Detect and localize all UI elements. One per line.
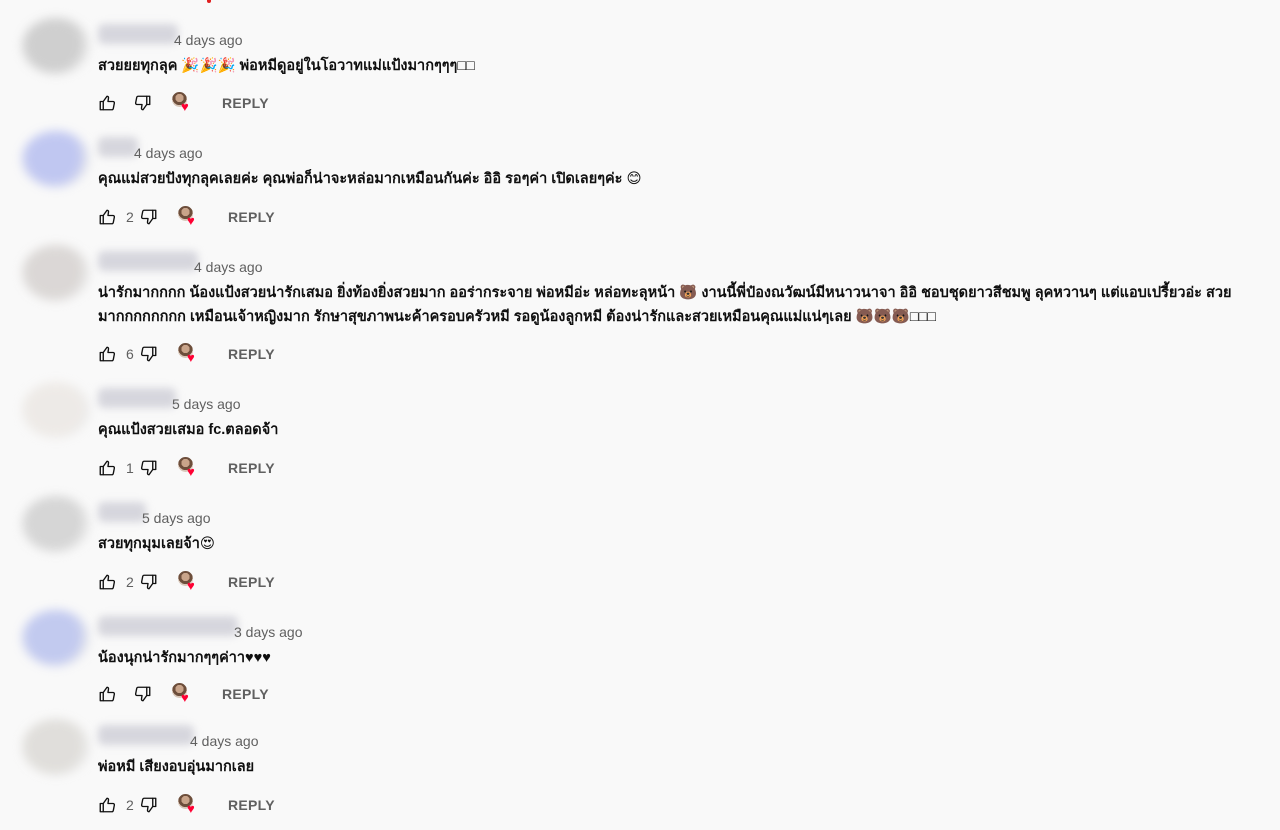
thumbs-up-icon[interactable] (98, 94, 116, 112)
avatar[interactable] (22, 610, 90, 666)
comment-meta: 4 days ago (134, 143, 203, 163)
comment-time[interactable]: 3 days ago (234, 624, 303, 640)
creator-heart-icon: ♥ (172, 683, 194, 705)
comment-text: คุณแป้งสวยเสมอ fc.ตลอดจ้า (98, 422, 279, 438)
avatar[interactable] (22, 719, 90, 775)
heart-icon: ♥ (187, 801, 195, 816)
comment-actions: ♥ REPLY (98, 683, 269, 705)
avatar[interactable] (22, 131, 90, 187)
reply-button[interactable]: REPLY (228, 346, 275, 362)
avatar[interactable] (22, 18, 90, 74)
top-edge-marker (207, 0, 211, 3)
thumbs-up-icon[interactable] (98, 208, 116, 226)
heart-icon: ♥ (187, 464, 195, 479)
comment-time[interactable]: 4 days ago (174, 32, 243, 48)
like-count: 2 (126, 574, 134, 590)
comment-time[interactable]: 4 days ago (190, 733, 259, 749)
thumbs-down-icon[interactable] (140, 573, 158, 591)
comment-meta: 5 days ago (172, 394, 241, 414)
comment-text: สวยทุกมุมเลยจ้า😍 (98, 536, 216, 552)
avatar[interactable] (22, 245, 90, 301)
thumbs-up-icon[interactable] (98, 459, 116, 477)
author-name-blurred[interactable] (98, 137, 138, 157)
creator-heart-icon: ♥ (178, 571, 200, 593)
thumbs-down-icon[interactable] (134, 94, 152, 112)
thumbs-down-icon[interactable] (140, 796, 158, 814)
creator-heart-icon: ♥ (178, 343, 200, 365)
reply-button[interactable]: REPLY (228, 574, 275, 590)
comment-text: น่ารักมากกกก น้องแป้งสวยน่ารักเสมอ ยิ่งท… (98, 285, 1232, 325)
reply-button[interactable]: REPLY (228, 797, 275, 813)
comment-actions: 2 ♥ REPLY (98, 206, 275, 228)
like-count: 2 (126, 797, 134, 813)
reply-button[interactable]: REPLY (222, 95, 269, 111)
comment-text: น้องนุกน่ารักมากๆๆค่าา♥♥♥ (98, 650, 271, 666)
like-count: 1 (126, 460, 134, 476)
thumbs-up-icon[interactable] (98, 573, 116, 591)
heart-icon: ♥ (187, 213, 195, 228)
like-count: 2 (126, 209, 134, 225)
creator-heart-icon: ♥ (178, 206, 200, 228)
comment-meta: 4 days ago (190, 731, 259, 751)
comment-time[interactable]: 5 days ago (142, 510, 211, 526)
heart-icon: ♥ (181, 99, 189, 114)
comment-actions: 2 ♥ REPLY (98, 571, 275, 593)
thumbs-up-icon[interactable] (98, 685, 116, 703)
author-name-blurred[interactable] (98, 251, 198, 271)
thumbs-up-icon[interactable] (98, 796, 116, 814)
creator-heart-icon: ♥ (172, 92, 194, 114)
avatar[interactable] (22, 496, 90, 552)
heart-icon: ♥ (187, 578, 195, 593)
comment-actions: 6 ♥ REPLY (98, 343, 275, 365)
reply-button[interactable]: REPLY (228, 209, 275, 225)
thumbs-down-icon[interactable] (140, 208, 158, 226)
author-name-blurred[interactable] (98, 24, 178, 44)
comment-time[interactable]: 5 days ago (172, 396, 241, 412)
thumbs-down-icon[interactable] (140, 345, 158, 363)
comment-actions: 1 ♥ REPLY (98, 457, 275, 479)
comment-actions: ♥ REPLY (98, 92, 269, 114)
comment-meta: 4 days ago (174, 30, 243, 50)
author-name-blurred[interactable] (98, 502, 146, 522)
heart-icon: ♥ (187, 350, 195, 365)
comment-text: คุณแม่สวยปังทุกลุคเลยค่ะ คุณพ่อก็น่าจะหล… (98, 171, 642, 187)
comment-text: สวยยยทุกลุค 🎉🎉🎉 พ่อหมีดูอยู่ในโอวาทแม่แป… (98, 58, 475, 74)
author-name-blurred[interactable] (98, 388, 176, 408)
creator-heart-icon: ♥ (178, 457, 200, 479)
like-count: 6 (126, 346, 134, 362)
comment-meta: 4 days ago (194, 257, 263, 277)
author-name-blurred[interactable] (98, 616, 238, 636)
reply-button[interactable]: REPLY (228, 460, 275, 476)
avatar[interactable] (22, 382, 90, 438)
comment-actions: 2 ♥ REPLY (98, 794, 275, 816)
comment-time[interactable]: 4 days ago (194, 259, 263, 275)
author-name-blurred[interactable] (98, 725, 194, 745)
creator-heart-icon: ♥ (178, 794, 200, 816)
thumbs-up-icon[interactable] (98, 345, 116, 363)
comment-meta: 3 days ago (234, 622, 303, 642)
thumbs-down-icon[interactable] (134, 685, 152, 703)
comment-time[interactable]: 4 days ago (134, 145, 203, 161)
comment-meta: 5 days ago (142, 508, 211, 528)
reply-button[interactable]: REPLY (222, 686, 269, 702)
thumbs-down-icon[interactable] (140, 459, 158, 477)
comment-text: พ่อหมี เสียงอบอุ่นมากเลย (98, 759, 255, 775)
heart-icon: ♥ (181, 690, 189, 705)
